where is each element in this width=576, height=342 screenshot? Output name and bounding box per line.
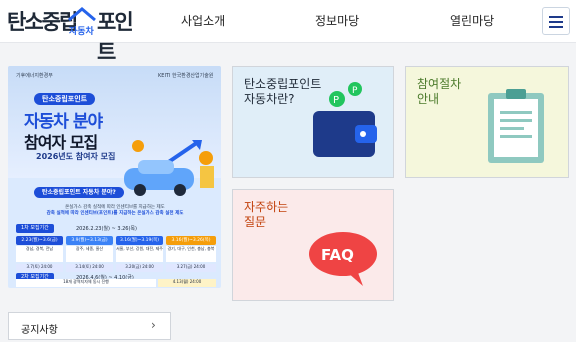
banner-org-left: 기후에너지환경부 [16, 73, 53, 79]
card-title-line1: 자주하는 [244, 200, 289, 214]
notice-label: 공지사항 [21, 325, 58, 336]
recruitment-banner[interactable]: 기후에너지환경부 KEITI 한국환경산업기술원 탄소중립포인트 자동차 분야 … [8, 66, 221, 288]
notice-board-link[interactable]: 공지사항 › [8, 312, 171, 340]
card-title-line1: 탄소중립포인트 [244, 77, 322, 91]
nav-item-info[interactable]: 정보마당 [315, 12, 359, 29]
schedule-date: 3.16(월)~3.19(목) [116, 236, 163, 245]
hamburger-menu-button[interactable] [542, 7, 570, 35]
banner-org-right: KEITI 한국환경산업기술원 [158, 73, 214, 79]
banner-round2-deadline: 4.13(월) 24:00 [158, 279, 216, 287]
card-title: 자주하는 질문 [244, 200, 288, 230]
chevron-right-icon: › [151, 318, 156, 332]
logo-subtext: 자동차 [69, 27, 94, 37]
hamburger-icon [549, 16, 563, 18]
card-faq[interactable]: 자주하는 질문 FAQ [232, 189, 394, 301]
logo-text-left: 탄소중립 [7, 10, 78, 34]
car-illustration-icon [124, 140, 214, 196]
banner-round1-label: 1차 모집기간 [16, 224, 54, 233]
banner-question: 탄소중립포인트 자동차 분야? [34, 187, 124, 198]
schedule-regions: 경기, 대구, 인천, 충남, 충북 [166, 246, 216, 262]
logo-text-right: 포인트 [97, 10, 134, 64]
site-logo[interactable]: 탄소중립 자동차 포인트 [7, 4, 139, 64]
banner-schedule-grid: 2.23(월)~3.6(금) 3.9(월)~3.13(금) 3.16(월)~3.… [16, 236, 216, 272]
hamburger-icon-line [549, 21, 563, 23]
car-roof-icon [68, 7, 96, 22]
card-title-line2: 자동차란? [244, 92, 295, 106]
card-participation-guide[interactable]: 참여절차 안내 [405, 66, 569, 178]
schedule-regions: 서울, 부산, 강원, 대전, 제주 [116, 246, 163, 262]
hamburger-icon-line [549, 26, 563, 28]
schedule-regions: 경남, 경북, 전남 [16, 246, 63, 262]
svg-text:P: P [352, 86, 358, 96]
schedule-regions: 광주, 세종, 울산 [66, 246, 113, 262]
schedule-deadline: 3.27(금) 24:00 [166, 264, 216, 272]
card-title: 탄소중립포인트 자동차란? [244, 77, 321, 107]
schedule-deadline: 3.14(토) 24:00 [66, 264, 113, 272]
schedule-date: 2.23(월)~3.6(금) [16, 236, 63, 245]
wallet-icon: P P [313, 82, 377, 157]
banner-desc-2: 감축 실적에 따라 인센티브(포인트)를 지급하는 온실가스 감축 실천 제도 [46, 211, 184, 216]
nav-item-about[interactable]: 사업소개 [181, 12, 225, 29]
card-title-line2: 질문 [244, 215, 267, 229]
nav-item-open[interactable]: 열린마당 [450, 12, 494, 29]
svg-text:P: P [333, 95, 339, 106]
banner-year-line: 2026년도 참여자 모집 [36, 152, 116, 161]
banner-round1-dates: 2026.2.23(월) ~ 3.26(목) [76, 226, 137, 232]
faq-badge-text: FAQ [321, 246, 354, 264]
banner-pill: 탄소중립포인트 [34, 93, 96, 105]
card-what-is-car-point[interactable]: 탄소중립포인트 자동차란? P P [232, 66, 394, 178]
banner-round2-regions: 18개 광역지자체 동시 진행 [16, 279, 156, 287]
site-header: 탄소중립 자동차 포인트 사업소개 정보마당 열린마당 [0, 0, 576, 64]
card-title-line2: 안내 [417, 92, 440, 106]
schedule-date: 3.9(월)~3.13(금) [66, 236, 113, 245]
schedule-deadline: 3.20(금) 24:00 [116, 264, 163, 272]
clipboard-icon [488, 89, 544, 163]
schedule-date: 3.16(월)~3.26(목) [166, 236, 216, 245]
schedule-deadline: 3.7(토) 24:00 [16, 264, 63, 272]
card-title: 참여절차 안내 [417, 77, 461, 107]
card-title-line1: 참여절차 [417, 77, 462, 91]
banner-headline-2: 참여자 모집 [24, 133, 98, 152]
